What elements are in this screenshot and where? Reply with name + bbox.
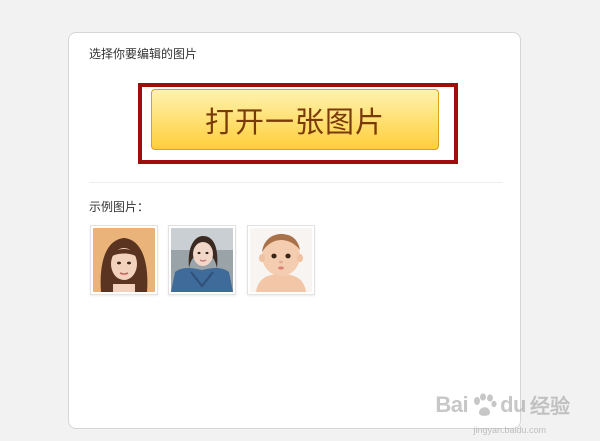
baidu-jingyan-watermark: Bai du 经验	[435, 390, 570, 419]
select-image-label: 选择你要编辑的图片	[89, 47, 198, 61]
example-thumbnail-3[interactable]	[247, 225, 315, 295]
example-thumbnail-1[interactable]	[90, 225, 158, 295]
watermark-jingyan-text: 经验	[530, 394, 570, 418]
watermark-url: jingyan.baidu.com	[473, 425, 546, 435]
divider	[89, 182, 503, 183]
example-thumbnail-2[interactable]	[168, 225, 236, 295]
example-image-woman-denim	[171, 228, 233, 292]
watermark-baidu-text-1: Bai	[435, 391, 469, 417]
watermark-baidu-text-2: du	[500, 391, 526, 417]
baidu-paw-icon	[474, 392, 497, 416]
example-image-baby	[250, 228, 312, 292]
open-image-button[interactable]: 打开一张图片	[151, 89, 439, 150]
example-image-woman-bob	[93, 228, 155, 292]
examples-label: 示例图片：	[89, 200, 150, 214]
editor-panel: 选择你要编辑的图片 打开一张图片 示例图片：	[68, 32, 521, 429]
